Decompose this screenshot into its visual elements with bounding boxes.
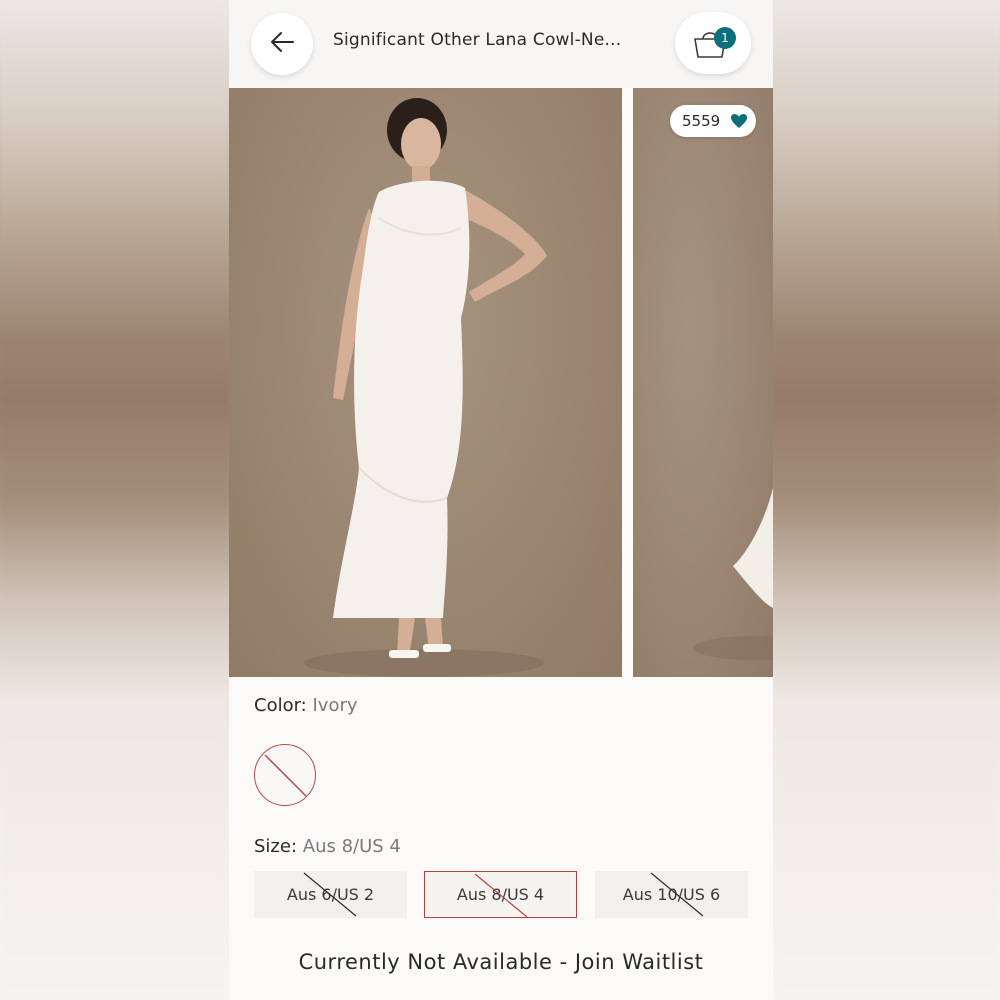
shopping-bag-button[interactable]: 1 [675, 12, 751, 74]
size-label: Size: Aus 8/US 4 [254, 836, 401, 857]
size-option-aus10[interactable]: Aus 10/US 6 [595, 871, 748, 918]
size-option-aus8[interactable]: Aus 8/US 4 [424, 871, 577, 918]
blurred-background-left [0, 0, 229, 1000]
model-in-dress-illustration [304, 98, 547, 677]
product-image-gallery[interactable]: 5559 [229, 88, 773, 677]
unavailable-slash-icon [474, 873, 528, 917]
back-button[interactable] [251, 13, 313, 75]
color-value: Ivory [312, 695, 358, 716]
like-count: 5559 [682, 112, 721, 130]
unavailable-slash-icon [650, 872, 704, 917]
color-label: Color: Ivory [254, 695, 358, 716]
header-bar: Significant Other Lana Cowl-Ne... 1 [229, 0, 773, 88]
color-label-key: Color: [254, 695, 307, 716]
size-option-aus6[interactable]: Aus 6/US 2 [254, 871, 407, 918]
blurred-background-right [773, 0, 1000, 1000]
size-value: Aus 8/US 4 [302, 836, 401, 857]
unavailable-slash-icon [303, 872, 357, 917]
size-label-key: Size: [254, 836, 298, 857]
like-button[interactable]: 5559 [670, 105, 756, 137]
product-page: Significant Other Lana Cowl-Ne... 1 5559… [229, 0, 773, 1000]
product-photo-next[interactable] [633, 88, 773, 677]
join-waitlist-button[interactable]: Currently Not Available - Join Waitlist [229, 950, 773, 974]
cart-count-badge: 1 [714, 27, 736, 49]
unavailable-slash-icon [264, 754, 308, 798]
page-title: Significant Other Lana Cowl-Ne... [333, 30, 622, 50]
arrow-left-icon [269, 31, 295, 57]
dress-hem-illustration [693, 488, 773, 660]
product-photo-main[interactable] [229, 88, 622, 677]
color-swatch-ivory[interactable] [254, 744, 316, 806]
